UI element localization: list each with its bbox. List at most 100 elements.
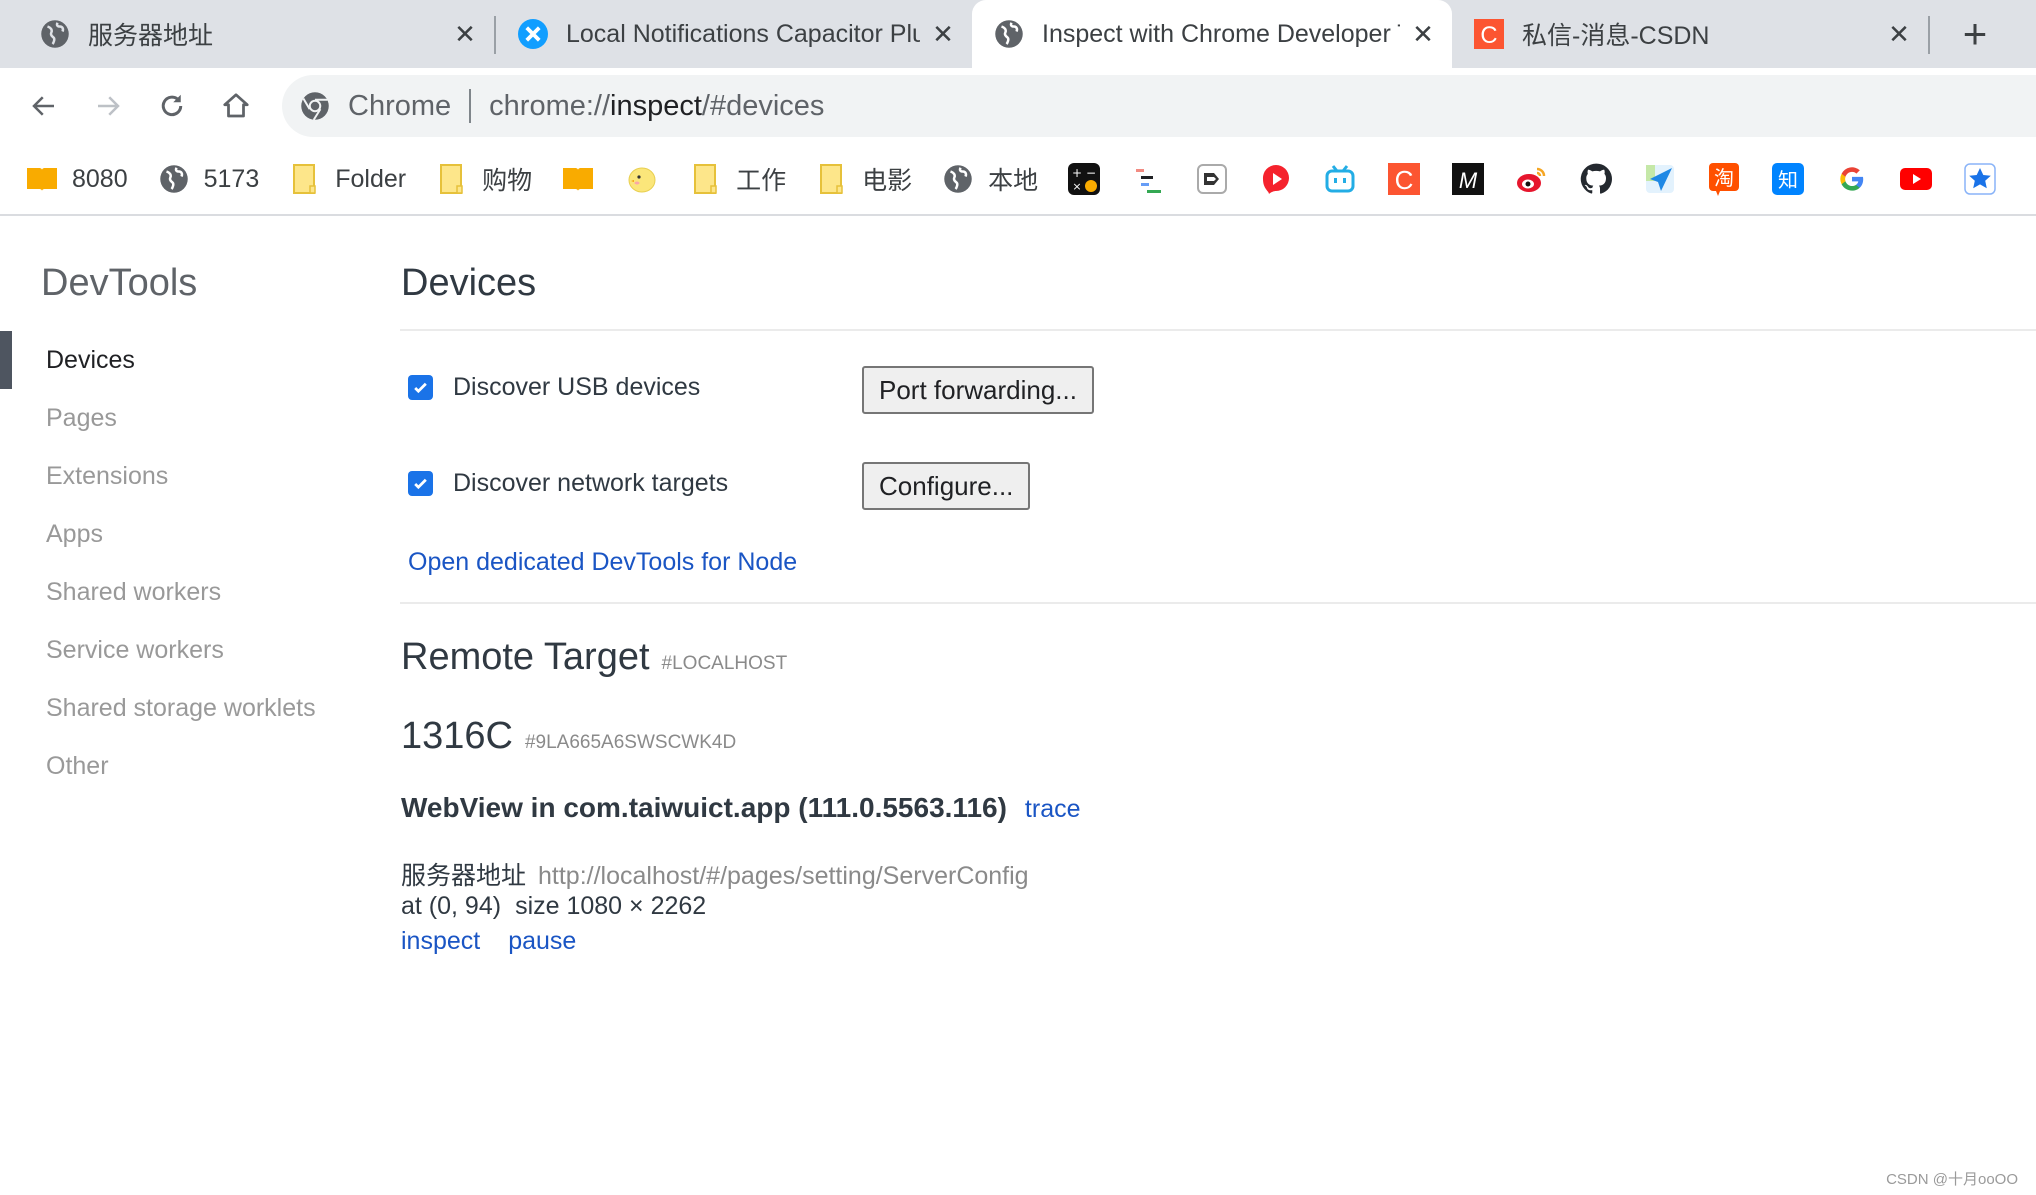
bilibili-icon <box>1324 163 1356 195</box>
bookmark-star[interactable] <box>1964 159 1996 199</box>
bookmark-google[interactable] <box>1836 159 1868 199</box>
bookmark-csdn[interactable]: C <box>1388 159 1421 199</box>
close-tab-icon[interactable]: ✕ <box>1884 19 1914 49</box>
sidebar-item-other[interactable]: Other <box>0 737 390 795</box>
sidebar-item-pages[interactable]: Pages <box>0 389 390 447</box>
folder-icon <box>690 163 722 195</box>
checkmark-icon <box>414 478 427 490</box>
bookmark-arrow-box[interactable] <box>1196 159 1228 199</box>
csdn-icon: C <box>1388 163 1421 195</box>
page-title: Devices <box>401 262 537 304</box>
calculator-icon: + − × <box>1068 163 1101 195</box>
google-icon <box>1836 163 1868 195</box>
remote-page-url: http://localhost/#/pages/setting/ServerC… <box>538 862 1029 890</box>
inspect-link[interactable]: inspect <box>401 927 480 955</box>
bookmark-work[interactable]: 工作 <box>690 159 786 199</box>
forward-button[interactable] <box>88 86 128 126</box>
remote-target-heading: Remote Target #LOCALHOST <box>401 636 788 678</box>
webview-browser-heading: WebView in com.taiwuict.app (111.0.5563.… <box>401 792 1081 824</box>
close-tab-icon[interactable]: ✕ <box>450 19 480 49</box>
bookmark-chick[interactable] <box>626 159 658 199</box>
tab-local-notifications[interactable]: Local Notifications Capacitor Plugin API… <box>518 0 958 68</box>
folder-icon <box>289 163 321 195</box>
bookmark-shopping[interactable]: 购物 <box>436 159 532 199</box>
reload-icon <box>161 94 183 117</box>
close-tab-icon[interactable]: ✕ <box>928 19 958 49</box>
bookmark-zhihu[interactable]: 知 <box>1772 159 1805 199</box>
book-icon <box>562 163 594 195</box>
watermark: CSDN @十月ooOO <box>1886 1171 2018 1188</box>
configure-button[interactable]: Configure... <box>862 462 1031 510</box>
omnibox-divider <box>469 89 472 123</box>
reload-button[interactable] <box>152 86 192 126</box>
divider <box>400 329 2036 331</box>
bookmark-list[interactable] <box>1132 159 1164 199</box>
zhihu-icon: 知 <box>1772 163 1805 195</box>
bookmark-red-play[interactable] <box>1260 159 1292 199</box>
close-tab-icon[interactable]: ✕ <box>1408 19 1438 49</box>
back-button[interactable] <box>24 86 64 126</box>
bookmark-movies[interactable]: 电影 <box>816 159 912 199</box>
discover-usb-label: Discover USB devices <box>453 373 701 401</box>
m-icon: M <box>1452 163 1485 195</box>
sidebar-item-apps[interactable]: Apps <box>0 505 390 563</box>
svg-text:−: − <box>1086 166 1096 180</box>
folder-icon <box>816 163 848 195</box>
bookmark-5173[interactable]: 5173 <box>158 159 259 199</box>
remote-page-title: 服务器地址 <box>401 862 527 890</box>
discover-network-checkbox[interactable] <box>408 471 433 496</box>
svg-text:M: M <box>1459 168 1478 193</box>
bookmark-github[interactable] <box>1580 159 1613 199</box>
bookmark-8080[interactable]: 8080 <box>26 159 128 199</box>
discover-network-label: Discover network targets <box>453 469 729 497</box>
svg-text:×: × <box>1073 180 1082 193</box>
youtube-icon <box>1900 163 1933 195</box>
port-forwarding-button[interactable]: Port forwarding... <box>862 366 1094 414</box>
weibo-icon <box>1516 163 1548 195</box>
device-name: 1316C <box>401 715 513 757</box>
bookmark-youtube[interactable] <box>1900 159 1933 199</box>
capacitor-icon <box>518 19 548 49</box>
bookmark-book[interactable] <box>562 159 594 199</box>
bookmark-calculator[interactable]: + − × <box>1068 159 1101 199</box>
sidebar-item-devices[interactable]: Devices <box>0 331 390 389</box>
bookmark-weibo[interactable] <box>1516 159 1548 199</box>
tab-separator <box>1928 16 1930 54</box>
bookmark-paper-plane[interactable] <box>1644 159 1676 199</box>
arrow-box-icon <box>1196 163 1228 195</box>
discover-usb-devices-row[interactable]: Discover USB devices <box>408 373 700 402</box>
discover-network-targets-row[interactable]: Discover network targets <box>408 469 728 498</box>
tab-csdn-messages[interactable]: C 私信-消息-CSDN ✕ <box>1474 0 1914 68</box>
device-serial: #9LA665A6SWSCWK4D <box>524 732 737 753</box>
sidebar-item-service-workers[interactable]: Service workers <box>0 621 390 679</box>
home-button[interactable] <box>216 86 256 126</box>
trace-link[interactable]: trace <box>1025 795 1081 823</box>
bookmark-bilibili[interactable] <box>1324 159 1356 199</box>
taobao-icon: 淘 <box>1708 163 1740 196</box>
sidebar-item-shared-storage-worklets[interactable]: Shared storage worklets <box>0 679 390 737</box>
checkmark-icon <box>414 382 427 394</box>
sidebar-item-extensions[interactable]: Extensions <box>0 447 390 505</box>
list-icon <box>1132 163 1164 195</box>
svg-text:淘: 淘 <box>1714 166 1734 190</box>
url-text[interactable]: chrome://inspect/#devices <box>489 90 824 123</box>
remote-page-size: size 1080 × 2262 <box>515 892 707 920</box>
sidebar-item-shared-workers[interactable]: Shared workers <box>0 563 390 621</box>
pause-link[interactable]: pause <box>508 927 576 955</box>
address-bar[interactable]: Chrome chrome://inspect/#devices <box>282 75 2036 137</box>
new-tab-button[interactable]: + <box>1955 10 1995 57</box>
red-play-icon <box>1260 163 1292 195</box>
discover-usb-checkbox[interactable] <box>408 375 433 400</box>
open-devtools-for-node-link[interactable]: Open dedicated DevTools for Node <box>408 548 797 577</box>
bookmark-folder[interactable]: Folder <box>289 159 406 199</box>
bookmark-local[interactable]: 本地 <box>942 159 1038 199</box>
sidebar-title: DevTools <box>41 262 198 304</box>
tab-inspect-devtools[interactable]: Inspect with Chrome Developer Tools ✕ <box>972 0 1452 68</box>
tab-server-address[interactable]: 服务器地址 ✕ <box>40 0 480 68</box>
tab-separator <box>494 16 496 54</box>
globe-icon <box>40 19 70 49</box>
bookmark-taobao[interactable]: 淘 <box>1708 159 1740 199</box>
folder-icon <box>436 163 468 195</box>
globe-icon <box>942 163 974 195</box>
bookmark-m[interactable]: M <box>1452 159 1485 199</box>
